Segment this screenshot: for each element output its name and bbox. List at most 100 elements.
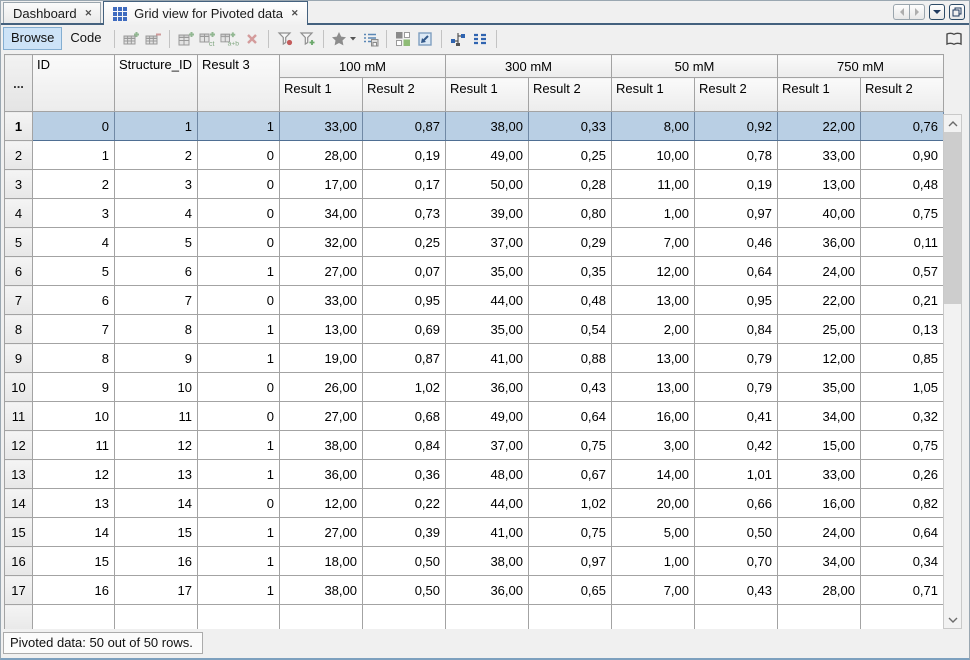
cell[interactable]: 0,36 [363,460,446,489]
cell[interactable]: 50,00 [446,170,529,199]
row-number[interactable]: 14 [5,489,33,518]
row-number[interactable]: 13 [5,460,33,489]
row-number[interactable]: 8 [5,315,33,344]
cell[interactable]: 1 [198,315,280,344]
cell[interactable]: 0 [33,112,115,141]
cell[interactable]: 1,01 [695,460,778,489]
cell[interactable] [198,605,280,630]
cell[interactable]: 3 [33,199,115,228]
cell[interactable]: 0,17 [363,170,446,199]
cell[interactable]: 13,00 [778,170,861,199]
cell[interactable]: 5 [115,228,198,257]
table-row[interactable]: 323017,000,1750,000,2811,000,1913,000,48 [5,170,944,199]
cell[interactable]: 1,00 [612,199,695,228]
cell[interactable]: 35,00 [446,257,529,286]
cell[interactable]: 0,97 [695,199,778,228]
cell[interactable]: 15,00 [778,431,861,460]
cell[interactable]: 12,00 [612,257,695,286]
cell[interactable]: 38,00 [446,112,529,141]
cell[interactable]: 0,95 [695,286,778,315]
cell[interactable]: 0,64 [529,402,612,431]
cell[interactable]: 14 [33,518,115,547]
table-row[interactable]: 171617138,000,5036,000,657,000,4328,000,… [5,576,944,605]
table-row[interactable]: 101133,000,8738,000,338,000,9222,000,76 [5,112,944,141]
tab-dashboard[interactable]: Dashboard ✕ [3,2,101,23]
row-number[interactable]: 12 [5,431,33,460]
column-header[interactable]: ID [33,55,115,112]
favorites-star-icon[interactable] [329,28,359,50]
cell[interactable]: 16 [115,547,198,576]
cell[interactable]: 49,00 [446,402,529,431]
scroll-down-icon[interactable] [944,611,961,628]
cell[interactable]: 3,00 [612,431,695,460]
cell[interactable]: 0,41 [695,402,778,431]
column-menu-button[interactable]: ... [5,55,33,112]
cell[interactable]: 13,00 [612,286,695,315]
table-row[interactable]: 10910026,001,0236,000,4313,000,7935,001,… [5,373,944,402]
table-row[interactable]: 545032,000,2537,000,297,000,4636,000,11 [5,228,944,257]
subcolumn-header[interactable]: Result 1 [612,78,695,112]
row-number[interactable]: 5 [5,228,33,257]
cell[interactable]: 0,34 [861,547,944,576]
list-save-icon[interactable] [359,28,381,50]
cell[interactable]: 12,00 [280,489,363,518]
cell[interactable]: 0,92 [695,112,778,141]
cell[interactable]: 0,78 [695,141,778,170]
cell[interactable]: 5,00 [612,518,695,547]
subcolumn-header[interactable]: Result 2 [529,78,612,112]
cell[interactable]: 33,00 [778,460,861,489]
row-number[interactable]: 7 [5,286,33,315]
add-column-ct-icon[interactable]: ct [197,28,219,50]
cell[interactable]: 24,00 [778,518,861,547]
subcolumn-header[interactable]: Result 1 [446,78,529,112]
cell[interactable]: 18,00 [280,547,363,576]
cell[interactable]: 25,00 [778,315,861,344]
cell[interactable]: 38,00 [280,431,363,460]
cell[interactable]: 8 [115,315,198,344]
cell[interactable] [363,605,446,630]
cell[interactable]: 2,00 [612,315,695,344]
cell[interactable]: 0,79 [695,344,778,373]
cell[interactable]: 13 [33,489,115,518]
cell[interactable]: 0 [198,228,280,257]
group-column-header[interactable]: 750 mM [778,55,944,78]
add-column-icon[interactable] [175,28,197,50]
cell[interactable]: 0,32 [861,402,944,431]
cell[interactable]: 0,39 [363,518,446,547]
cell[interactable]: 1 [198,112,280,141]
cell[interactable]: 2 [115,141,198,170]
cell[interactable]: 2 [33,170,115,199]
cell[interactable]: 0,42 [695,431,778,460]
cell[interactable]: 0,21 [861,286,944,315]
close-icon[interactable]: ✕ [84,9,94,18]
table-row[interactable]: 878113,000,6935,000,542,000,8425,000,13 [5,315,944,344]
group-column-header[interactable]: 100 mM [280,55,446,78]
cell[interactable] [115,605,198,630]
cell[interactable]: 0,43 [695,576,778,605]
cell[interactable]: 4 [115,199,198,228]
cell[interactable]: 0,11 [861,228,944,257]
cell[interactable]: 15 [115,518,198,547]
cell[interactable]: 14,00 [612,460,695,489]
cell[interactable]: 11 [33,431,115,460]
cell[interactable]: 36,00 [778,228,861,257]
group-column-header[interactable]: 50 mM [612,55,778,78]
cell[interactable]: 0,25 [363,228,446,257]
table-row-partial[interactable] [5,605,944,630]
cell[interactable]: 0,46 [695,228,778,257]
cell[interactable]: 9 [33,373,115,402]
cell[interactable]: 28,00 [778,576,861,605]
cell[interactable]: 37,00 [446,431,529,460]
cell[interactable]: 36,00 [446,576,529,605]
row-number[interactable]: 15 [5,518,33,547]
browse-button[interactable]: Browse [3,27,62,49]
cell[interactable]: 1 [198,547,280,576]
cell[interactable]: 44,00 [446,489,529,518]
cell[interactable]: 0,26 [861,460,944,489]
prev-tab-button[interactable] [893,4,909,20]
cell[interactable]: 0,75 [529,431,612,460]
cell[interactable]: 0,65 [529,576,612,605]
cell[interactable] [612,605,695,630]
table-row[interactable]: 161516118,000,5038,000,971,000,7034,000,… [5,547,944,576]
cell[interactable]: 1 [198,518,280,547]
